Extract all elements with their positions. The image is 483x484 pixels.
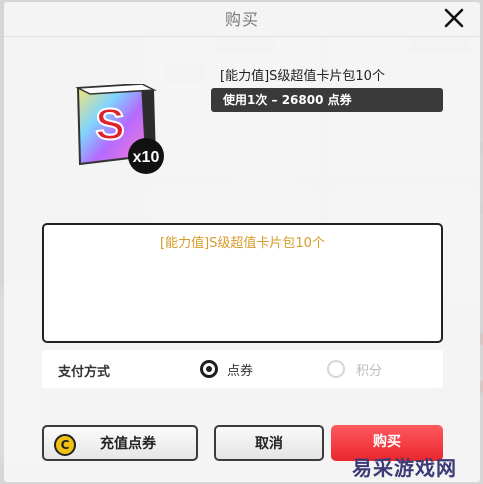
close-icon[interactable] (442, 6, 466, 30)
radio-points[interactable] (327, 360, 345, 378)
card-pack-icon: S x10 (70, 82, 170, 176)
description-text: [能力值]S级超值卡片包10个 (160, 236, 325, 251)
radio-coupon-label[interactable]: 点券 (227, 360, 253, 379)
payment-method-row: 支付方式 点券 积分 (42, 350, 443, 388)
recharge-button[interactable]: C 充值点券 (42, 425, 198, 461)
radio-points-label[interactable]: 积分 (356, 360, 382, 379)
payment-method-label: 支付方式 (58, 365, 111, 380)
card-pack-letter: S (95, 100, 124, 149)
quantity-badge: x10 (133, 149, 160, 166)
price-bar: 使用1次 – 26800 点券 (211, 88, 443, 112)
site-watermark: 易采游戏网 (352, 456, 457, 480)
recharge-button-label: 充值点券 (100, 436, 156, 452)
purchase-dialog: 购买 S x10 [能力值]S级超值卡片包10个 使用1次 – 26800 点券… (4, 2, 480, 482)
radio-coupon[interactable] (200, 360, 218, 378)
item-name: [能力值]S级超值卡片包10个 (220, 69, 385, 84)
title-divider (4, 36, 480, 37)
description-box: [能力值]S级超值卡片包10个 (42, 223, 443, 343)
cancel-button[interactable]: 取消 (214, 425, 324, 461)
dialog-title: 购买 (224, 10, 259, 29)
coin-icon: C (54, 434, 76, 456)
